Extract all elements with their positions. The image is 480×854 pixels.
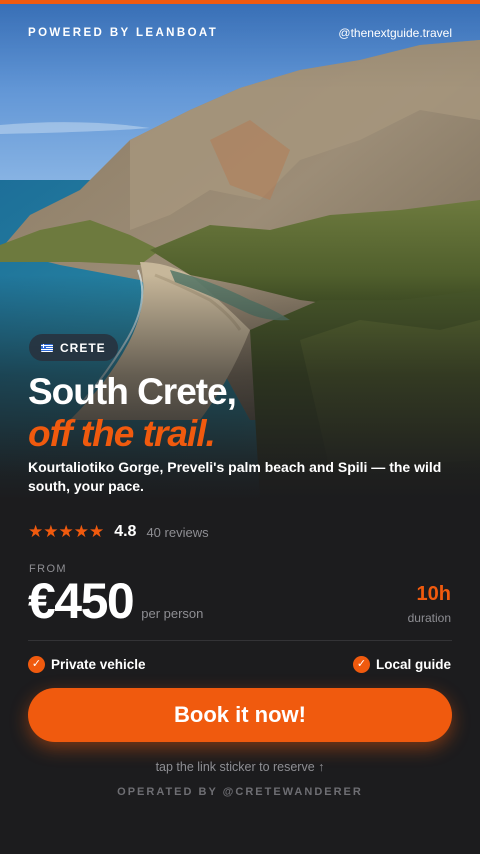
tour-description: Kourtaliotiko Gorge, Preveli's palm beac…: [28, 459, 442, 494]
top-accent-bar: [0, 0, 480, 4]
location-chip-label: CRETE: [60, 340, 106, 355]
star-rating-icon: ★★★★★: [28, 522, 105, 541]
duration-label: duration: [407, 611, 451, 625]
account-handle[interactable]: @thenextguide.travel: [338, 26, 452, 40]
divider: [28, 640, 452, 641]
feature-local-guide: ✓ Local guide: [352, 656, 451, 673]
page-title-accent: off the trail.: [28, 413, 216, 454]
rating-value: 4.8: [114, 523, 137, 540]
header: POWERED BY LEANBOAT @thenextguide.travel: [28, 26, 452, 40]
duration-value: 10h: [416, 583, 451, 605]
feature-label: Local guide: [375, 657, 451, 672]
feature-label: Private vehicle: [51, 657, 146, 672]
operated-by-label: OPERATED BY @CRETEWANDERER: [117, 786, 363, 798]
per-person-label: per person: [141, 606, 204, 621]
greece-flag-icon: [41, 343, 53, 352]
reviews-count[interactable]: 40 reviews: [146, 525, 208, 540]
powered-by-label: POWERED BY LEANBOAT: [28, 27, 219, 39]
price: €450: [28, 573, 135, 629]
rating-row: ★★★★★ 4.8 40 reviews: [28, 523, 209, 541]
feature-private-vehicle: ✓ Private vehicle: [28, 656, 146, 673]
price-row: €450 per person: [28, 574, 203, 628]
book-now-button[interactable]: Book it now!: [28, 688, 452, 742]
check-icon: ✓: [28, 656, 45, 673]
page-title: South Crete,: [28, 371, 237, 412]
location-chip: CRETE: [29, 334, 118, 361]
check-icon: ✓: [352, 656, 370, 673]
duration-block: 10h duration: [408, 583, 451, 625]
reserve-hint: tap the link sticker to reserve ↑: [155, 760, 325, 774]
